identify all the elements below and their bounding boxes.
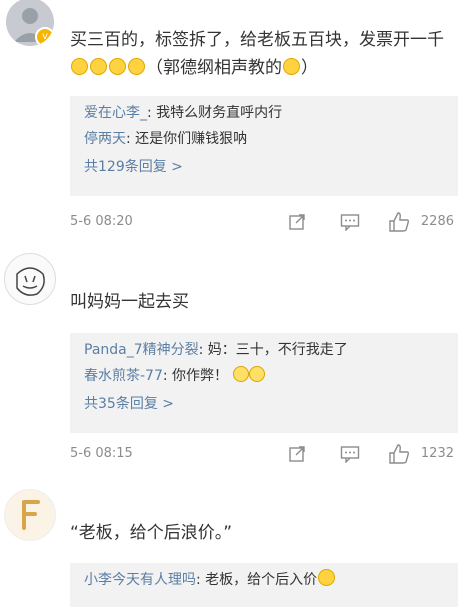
like-icon[interactable] (388, 443, 410, 469)
reply-text: : 老板，给个后入价 (196, 572, 318, 588)
smirk-emoji-icon (71, 58, 88, 75)
reply-text: : 妈：三十，不行我走了 (198, 342, 348, 358)
reply-user[interactable]: 小李今天有人理吗 (84, 572, 196, 588)
comment-icon[interactable] (340, 445, 360, 467)
smirk-emoji-icon (90, 58, 107, 75)
smirk-emoji-icon (128, 58, 145, 75)
reply-item: 爱在心李_: 我特么财务直呼内行 (84, 100, 458, 126)
comment-text: “老板，给个后浪价。” (70, 523, 233, 543)
laugh-emoji-icon (248, 366, 265, 382)
timestamp: 5-6 08:20 (70, 214, 133, 229)
like-count: 1232 (420, 446, 454, 461)
like-icon[interactable] (388, 211, 410, 237)
smirk-emoji-icon (283, 58, 300, 75)
comment-meta: 5-6 08:15 1232 (70, 443, 458, 469)
reply-item: 春水煎茶-77: 你作弊！ (84, 363, 458, 389)
share-icon[interactable] (288, 445, 306, 467)
comment-icon[interactable] (340, 213, 360, 235)
share-icon[interactable] (288, 213, 306, 235)
comment-text: 叫妈妈一起去买 (70, 292, 189, 312)
reply-box: 爱在心李_: 我特么财务直呼内行 停两天: 还是你们赚钱狠呐 共129条回复 > (70, 96, 458, 196)
reply-item: Panda_7精神分裂: 妈：三十，不行我走了 (84, 337, 458, 363)
reply-text: : 还是你们赚钱狠呐 (126, 131, 248, 147)
reply-item: 停两天: 还是你们赚钱狠呐 (84, 126, 458, 152)
reply-user[interactable]: 春水煎茶-77 (84, 368, 163, 384)
reply-user[interactable]: 停两天 (84, 131, 126, 147)
smirk-emoji-icon (318, 569, 336, 586)
comment-text: 买三百的，标签拆了，给老板五百块，发票开一千（郭德纲相声教的） (70, 30, 444, 78)
reply-box: 小李今天有人理吗: 老板，给个后入价 (70, 563, 458, 607)
more-replies-link[interactable]: 共129条回复 > (84, 152, 458, 182)
more-replies-link[interactable]: 共35条回复 > (84, 389, 458, 419)
reply-box: Panda_7精神分裂: 妈：三十，不行我走了 春水煎茶-77: 你作弊！ 共3… (70, 333, 458, 433)
avatar[interactable]: v (6, 0, 54, 46)
reply-item: 小李今天有人理吗: 老板，给个后入价 (84, 567, 458, 593)
laugh-emoji-icon (232, 366, 249, 382)
comment-meta: 5-6 08:20 2286 (70, 211, 458, 237)
reply-text: : 我特么财务直呼内行 (147, 105, 283, 121)
verified-badge-icon: v (35, 27, 54, 46)
timestamp: 5-6 08:15 (70, 446, 133, 461)
reply-user[interactable]: 爱在心李_ (84, 105, 147, 121)
reply-user[interactable]: Panda_7精神分裂 (84, 342, 199, 358)
like-count: 2286 (420, 214, 454, 229)
letter-f-avatar-icon (6, 491, 54, 539)
avatar[interactable] (4, 253, 56, 305)
smirk-emoji-icon (109, 58, 126, 75)
sketch-face-avatar-icon (6, 255, 54, 303)
avatar[interactable] (4, 489, 56, 541)
reply-text: : 你作弊！ (162, 368, 229, 384)
